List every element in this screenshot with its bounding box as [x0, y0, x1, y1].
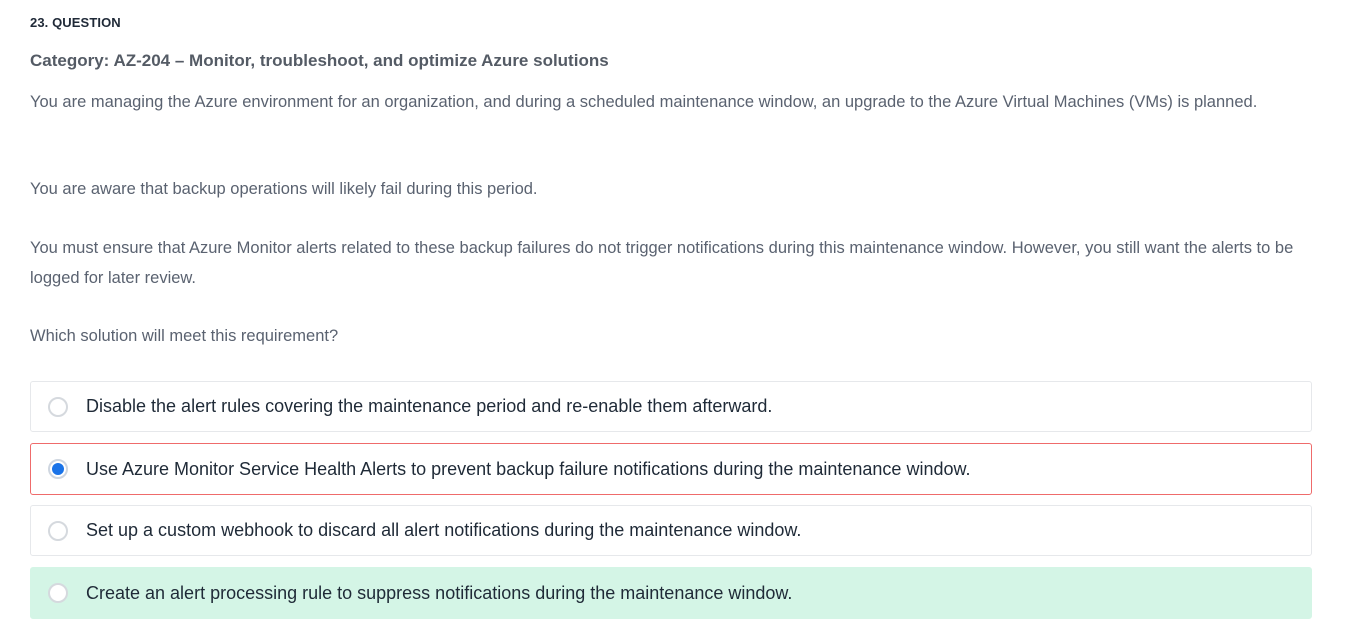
answer-option-4-correct[interactable]: Create an alert processing rule to suppr…	[30, 567, 1312, 619]
question-prompt: Which solution will meet this requiremen…	[30, 327, 339, 345]
radio-button-icon[interactable]	[48, 583, 68, 603]
answer-option-label: Set up a custom webhook to discard all a…	[86, 520, 802, 540]
answer-option-label: Disable the alert rules covering the mai…	[86, 396, 773, 416]
radio-button-checked-icon[interactable]	[48, 459, 68, 479]
answer-option-3[interactable]: Set up a custom webhook to discard all a…	[30, 505, 1312, 556]
answer-option-label: Use Azure Monitor Service Health Alerts …	[86, 458, 971, 479]
question-number: 23. QUESTION	[30, 15, 121, 30]
question-paragraph-2: You are aware that backup operations wil…	[30, 180, 538, 198]
radio-button-icon[interactable]	[48, 520, 68, 541]
question-paragraph-1: You are managing the Azure environment f…	[30, 93, 1258, 111]
answer-option-label: Create an alert processing rule to suppr…	[86, 582, 793, 603]
answer-option-2-selected-incorrect[interactable]: Use Azure Monitor Service Health Alerts …	[30, 443, 1312, 495]
question-paragraph-3: You must ensure that Azure Monitor alert…	[30, 239, 1294, 287]
question-category: Category: AZ-204 – Monitor, troubleshoot…	[30, 51, 609, 70]
radio-button-icon[interactable]	[48, 396, 68, 417]
answer-option-1[interactable]: Disable the alert rules covering the mai…	[30, 381, 1312, 432]
